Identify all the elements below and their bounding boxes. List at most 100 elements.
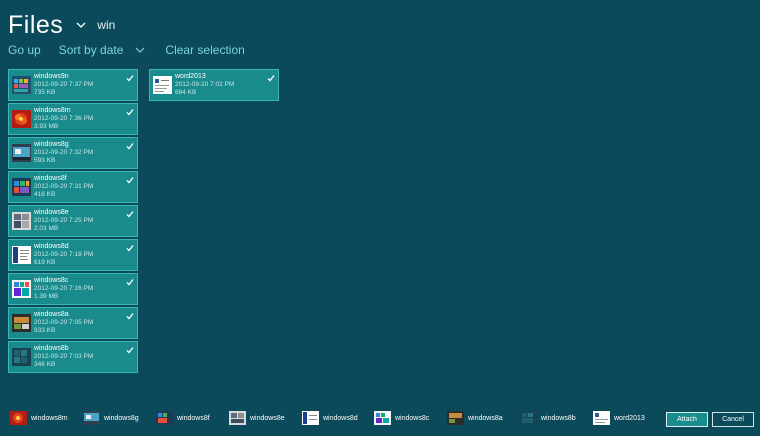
basket-item[interactable]: windows8b [520,409,576,427]
check-icon [126,313,134,320]
file-date: 2012-09-20 7:16 PM [34,285,94,292]
file-name: windows8b [34,345,69,352]
file-list-column-2: word2013 2012-09-20 7:02 PM 684 KB [149,69,279,104]
chevron-down-icon [135,47,145,53]
document-icon [302,411,319,425]
gallery-icon [229,411,246,425]
check-icon [126,75,134,82]
file-size: 593 KB [34,157,56,164]
file-size: 2.03 MB [34,225,59,232]
file-tile[interactable]: windows9n 2012-09-20 7:37 PM 735 KB [8,69,138,101]
file-name: windows8a [34,311,69,318]
dark-tiles-icon [520,411,537,425]
basket-item[interactable]: windows8c [374,409,429,427]
go-up-button[interactable]: Go up [8,43,41,57]
basket-item-label: windows8g [104,414,139,422]
tiles-icon [12,178,31,196]
word-document-icon [153,76,172,94]
basket-item-label: word2013 [614,414,645,422]
file-date: 2012-09-20 7:32 PM [34,149,94,156]
red-flower-icon [12,110,31,128]
basket-item[interactable]: word2013 [593,409,645,427]
file-tile[interactable]: windows8c 2012-09-20 7:16 PM 1.39 MB [8,273,138,305]
command-bar: Go up Sort by date Clear selection [8,42,245,58]
basket-item[interactable]: windows8d [302,409,358,427]
file-size: 1.39 MB [34,293,59,300]
file-name: windows8c [34,277,69,284]
file-name: windows8d [34,243,69,250]
red-flower-icon [10,411,27,425]
file-tile[interactable]: windows8a 2012-09-20 7:05 PM 933 KB [8,307,138,339]
page-title: Files [8,11,64,39]
basket-item-label: windows8b [541,414,576,422]
basket-item-label: windows8e [250,414,285,422]
document-icon [12,246,31,264]
file-size: 735 KB [34,89,56,96]
check-icon [126,245,134,252]
file-size: 684 KB [175,89,197,96]
file-name: windows9n [34,73,69,80]
header: Files win [8,6,115,40]
basket-item[interactable]: windows8m [10,409,68,427]
check-icon [126,279,134,286]
file-size: 3.93 MB [34,123,59,130]
file-tile[interactable]: windows8m 2012-09-20 7:36 PM 3.93 MB [8,103,138,135]
basket-item-label: windows8f [177,414,210,422]
file-name: windows8f [34,175,67,182]
gallery-icon [12,212,31,230]
colorful-tiles-icon [374,411,391,425]
file-tile[interactable]: windows8e 2012-09-20 7:25 PM 2.03 MB [8,205,138,237]
file-name: windows8m [34,107,71,114]
file-tile[interactable]: word2013 2012-09-20 7:02 PM 684 KB [149,69,279,101]
file-date: 2012-09-20 7:37 PM [34,81,94,88]
desktop-icon [12,144,31,162]
basket-item[interactable]: windows8g [83,409,139,427]
selection-basket: windows8m windows8g windows8f windows8e … [0,404,760,430]
file-tile[interactable]: windows8g 2012-09-20 7:32 PM 593 KB [8,137,138,169]
basket-item-label: windows8m [31,414,68,422]
clear-selection-button[interactable]: Clear selection [165,43,244,57]
check-icon [126,211,134,218]
media-icon [447,411,464,425]
check-icon [126,143,134,150]
basket-item-label: windows8a [468,414,503,422]
cancel-button[interactable]: Cancel [712,412,754,427]
basket-item[interactable]: windows8e [229,409,285,427]
basket-item[interactable]: windows8f [156,409,210,427]
file-size: 346 KB [34,361,56,368]
sort-dropdown[interactable]: Sort by date [59,43,146,57]
file-size: 416 KB [34,191,56,198]
file-tile[interactable]: windows8f 2012-09-20 7:31 PM 416 KB [8,171,138,203]
file-date: 2012-09-20 7:25 PM [34,217,94,224]
check-icon [126,109,134,116]
file-list-column-1: windows9n 2012-09-20 7:37 PM 735 KB wind… [8,69,138,376]
file-date: 2012-09-20 7:31 PM [34,183,94,190]
check-icon [267,75,275,82]
attach-button[interactable]: Attach [666,412,708,427]
file-size: 619 KB [34,259,56,266]
tiles-icon [156,411,173,425]
file-date: 2012-09-20 7:18 PM [34,251,94,258]
file-name: word2013 [175,73,206,80]
media-icon [12,314,31,332]
desktop-icon [83,411,100,425]
check-icon [126,347,134,354]
file-date: 2012-09-20 7:05 PM [34,319,94,326]
tiles-icon [12,76,31,94]
basket-item-label: windows8d [323,414,358,422]
file-date: 2012-09-20 7:02 PM [175,81,235,88]
basket-item[interactable]: windows8a [447,409,503,427]
file-tile[interactable]: windows8b 2012-09-20 7:03 PM 346 KB [8,341,138,373]
file-date: 2012-09-20 7:03 PM [34,353,94,360]
basket-item-label: windows8c [395,414,430,422]
dark-tiles-icon [12,348,31,366]
colorful-tiles-icon [12,280,31,298]
location-chevron-down-icon[interactable] [75,19,87,31]
sort-label: Sort by date [58,43,124,57]
word-document-icon [593,411,610,425]
check-icon [126,177,134,184]
file-size: 933 KB [34,327,56,334]
file-name: windows8e [34,209,69,216]
file-tile[interactable]: windows8d 2012-09-20 7:18 PM 619 KB [8,239,138,271]
file-date: 2012-09-20 7:36 PM [34,115,94,122]
